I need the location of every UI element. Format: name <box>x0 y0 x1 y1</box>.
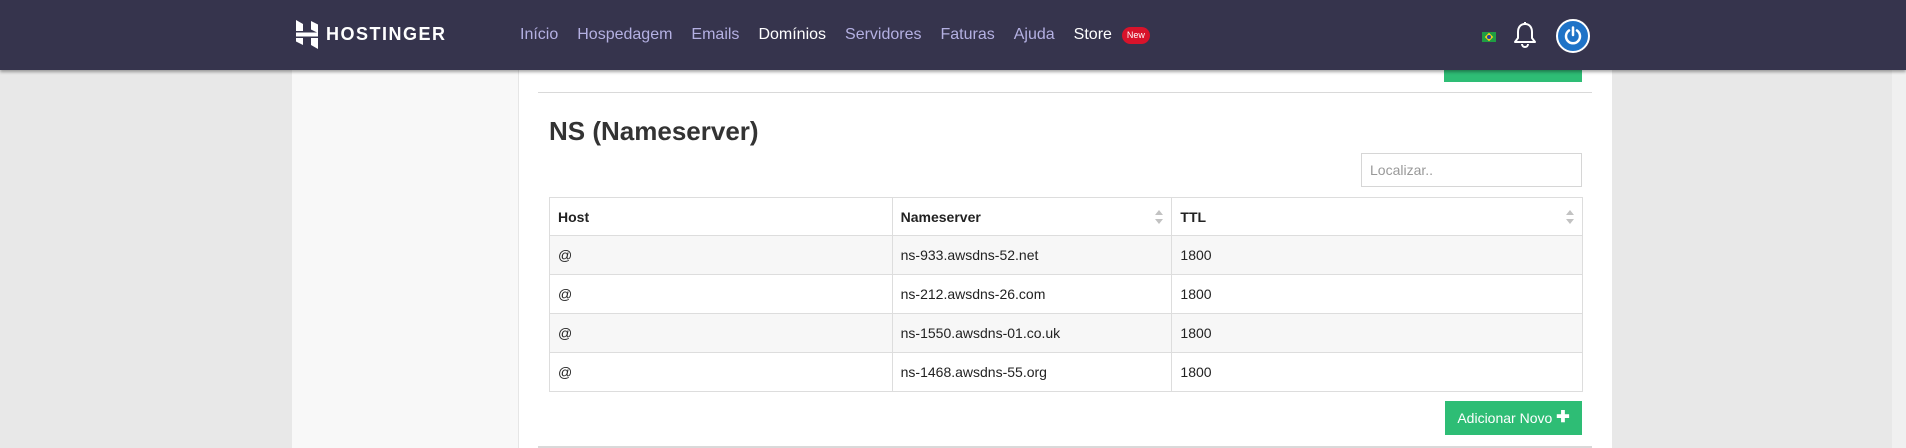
add-new-label: Adicionar Novo <box>1457 410 1553 426</box>
nameserver-cell: ns-1550.awsdns-01.co.uk <box>891 313 1173 353</box>
column-header-label: TTL <box>1180 208 1207 225</box>
plus-icon: ✚ <box>1556 409 1570 426</box>
bell-icon <box>1514 22 1536 49</box>
table-row: @ ns-1550.awsdns-01.co.uk 1800 <box>549 313 1583 353</box>
host-cell: @ <box>549 235 893 275</box>
ttl-cell: 1800 <box>1171 235 1583 275</box>
host-cell: @ <box>549 313 893 353</box>
nav-item-servidores[interactable]: Servidores <box>845 26 921 44</box>
nameserver-cell: ns-212.awsdns-26.com <box>891 274 1173 314</box>
main-nav: Início Hospedagem Emails Domínios Servid… <box>520 26 1150 44</box>
ttl-cell: 1800 <box>1171 352 1583 392</box>
new-badge: New <box>1121 26 1150 44</box>
nav-item-faturas[interactable]: Faturas <box>941 26 995 44</box>
column-header-nameserver[interactable]: Nameserver <box>891 197 1173 236</box>
table-row: @ ns-212.awsdns-26.com 1800 <box>549 274 1583 314</box>
account-button[interactable] <box>1556 19 1590 53</box>
column-header-ttl[interactable]: TTL <box>1171 197 1583 236</box>
brazil-flag-icon[interactable] <box>1482 32 1496 42</box>
column-header-label: Host <box>558 208 590 225</box>
section-divider-top <box>538 92 1592 93</box>
nav-item-store[interactable]: Store New <box>1074 26 1150 44</box>
top-navbar: HOSTINGER Início Hospedagem Emails Domín… <box>0 0 1906 70</box>
nameserver-table: Host Nameserver TTL @ ns-933.awsdns-52.n… <box>549 197 1583 392</box>
hostinger-logo[interactable]: HOSTINGER <box>296 20 447 49</box>
table-row: @ ns-1468.awsdns-55.org 1800 <box>549 352 1583 392</box>
nav-item-inicio[interactable]: Início <box>520 26 558 44</box>
nameserver-cell: ns-1468.awsdns-55.org <box>891 352 1173 392</box>
column-header-host[interactable]: Host <box>549 197 893 236</box>
notifications-button[interactable] <box>1512 21 1538 54</box>
hostinger-logo-icon <box>296 20 318 49</box>
section-title: NS (Nameserver) <box>549 116 759 146</box>
host-cell: @ <box>549 274 893 314</box>
flag-circle <box>1487 35 1491 39</box>
add-new-button[interactable]: Adicionar Novo ✚ <box>1445 401 1582 435</box>
nav-item-ajuda[interactable]: Ajuda <box>1014 26 1055 44</box>
column-header-label: Nameserver <box>900 208 981 225</box>
brand-name: HOSTINGER <box>326 24 447 44</box>
table-row: @ ns-933.awsdns-52.net 1800 <box>549 235 1583 275</box>
nameserver-cell: ns-933.awsdns-52.net <box>891 235 1173 275</box>
sort-icon[interactable] <box>1566 210 1574 224</box>
search-input[interactable] <box>1361 153 1582 187</box>
ttl-cell: 1800 <box>1171 313 1583 353</box>
nav-item-hospedagem[interactable]: Hospedagem <box>577 26 672 44</box>
host-cell: @ <box>549 352 893 392</box>
nav-store-label: Store <box>1073 26 1112 43</box>
nav-item-dominios[interactable]: Domínios <box>758 26 826 44</box>
power-icon <box>1564 26 1582 45</box>
previous-section-button[interactable] <box>1444 70 1582 82</box>
ttl-cell: 1800 <box>1171 274 1583 314</box>
sort-icon[interactable] <box>1155 210 1164 224</box>
table-header-row: Host Nameserver TTL <box>549 197 1583 236</box>
nav-item-emails[interactable]: Emails <box>691 26 739 44</box>
